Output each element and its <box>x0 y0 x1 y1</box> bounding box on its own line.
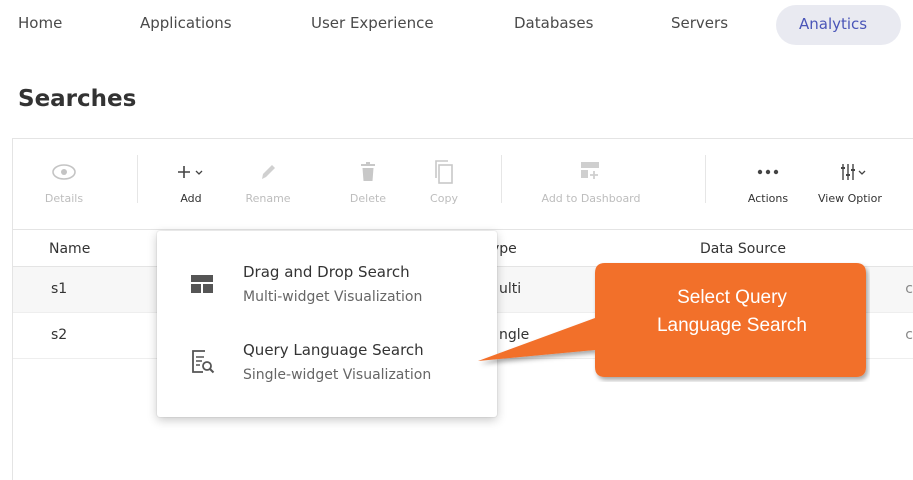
delete-button[interactable]: Delete <box>345 157 391 205</box>
page-title: Searches <box>18 86 137 112</box>
copy-button[interactable]: Copy <box>422 157 466 205</box>
view-options-label: View Optior <box>818 192 882 205</box>
nav-applications[interactable]: Applications <box>140 14 232 32</box>
toolbar-divider <box>705 155 706 203</box>
menu-item-drag-and-drop-search[interactable]: Drag and Drop Search Multi-widget Visual… <box>157 253 497 323</box>
rename-label: Rename <box>245 192 291 205</box>
nav-analytics[interactable]: Analytics <box>776 5 901 45</box>
trash-icon <box>345 157 391 187</box>
copy-icon <box>422 157 466 187</box>
row-edge-text: c <box>905 327 913 343</box>
toolbar-divider <box>501 155 502 203</box>
add-label: Add <box>180 192 202 205</box>
row-name: s2 <box>51 327 68 343</box>
pencil-icon <box>242 157 294 187</box>
add-to-dashboard-button[interactable]: Add to Dashboard <box>531 157 651 205</box>
details-button[interactable]: Details <box>41 157 87 205</box>
sliders-icon <box>818 157 908 187</box>
plus-dropdown-icon <box>171 157 211 187</box>
menu-item-title: Drag and Drop Search <box>243 263 410 281</box>
copy-label: Copy <box>430 192 458 205</box>
dashboard-add-icon <box>531 157 651 187</box>
menu-item-title: Query Language Search <box>243 341 424 359</box>
menu-item-subtitle: Multi-widget Visualization <box>243 289 423 305</box>
toolbar: Details Add Rename Delete Copy Add to Da… <box>13 139 913 227</box>
nav-home[interactable]: Home <box>18 14 62 32</box>
nav-databases[interactable]: Databases <box>514 14 593 32</box>
top-nav: Home Applications User Experience Databa… <box>0 0 913 52</box>
more-dots-icon <box>743 157 793 187</box>
add-to-dashboard-label: Add to Dashboard <box>541 192 641 205</box>
rename-button[interactable]: Rename <box>242 157 294 205</box>
column-header-name[interactable]: Name <box>49 241 90 257</box>
nav-servers[interactable]: Servers <box>671 14 728 32</box>
callout-text: Select Query Language Search <box>604 284 860 340</box>
actions-label: Actions <box>747 192 789 205</box>
menu-item-subtitle: Single-widget Visualization <box>243 367 432 383</box>
actions-button[interactable]: Actions <box>743 157 793 205</box>
nav-user-experience[interactable]: User Experience <box>311 14 434 32</box>
column-header-data-source[interactable]: Data Source <box>700 241 786 257</box>
menu-item-query-language-search[interactable]: Query Language Search Single-widget Visu… <box>157 331 497 401</box>
eye-icon <box>41 157 87 187</box>
callout-line-1: Select Query <box>677 287 787 308</box>
row-edge-text: c <box>905 281 913 297</box>
nav-analytics-label: Analytics <box>799 15 868 33</box>
toolbar-divider <box>137 155 138 203</box>
view-options-button[interactable]: View Optior <box>818 157 908 205</box>
delete-label: Delete <box>349 192 387 205</box>
add-button[interactable]: Add <box>171 157 211 205</box>
row-name: s1 <box>51 281 68 297</box>
layout-grid-icon <box>189 271 215 297</box>
add-dropdown-menu: Drag and Drop Search Multi-widget Visual… <box>157 231 497 417</box>
document-search-icon <box>189 349 215 375</box>
callout-line-2: Language Search <box>656 315 807 336</box>
details-label: Details <box>44 192 84 205</box>
